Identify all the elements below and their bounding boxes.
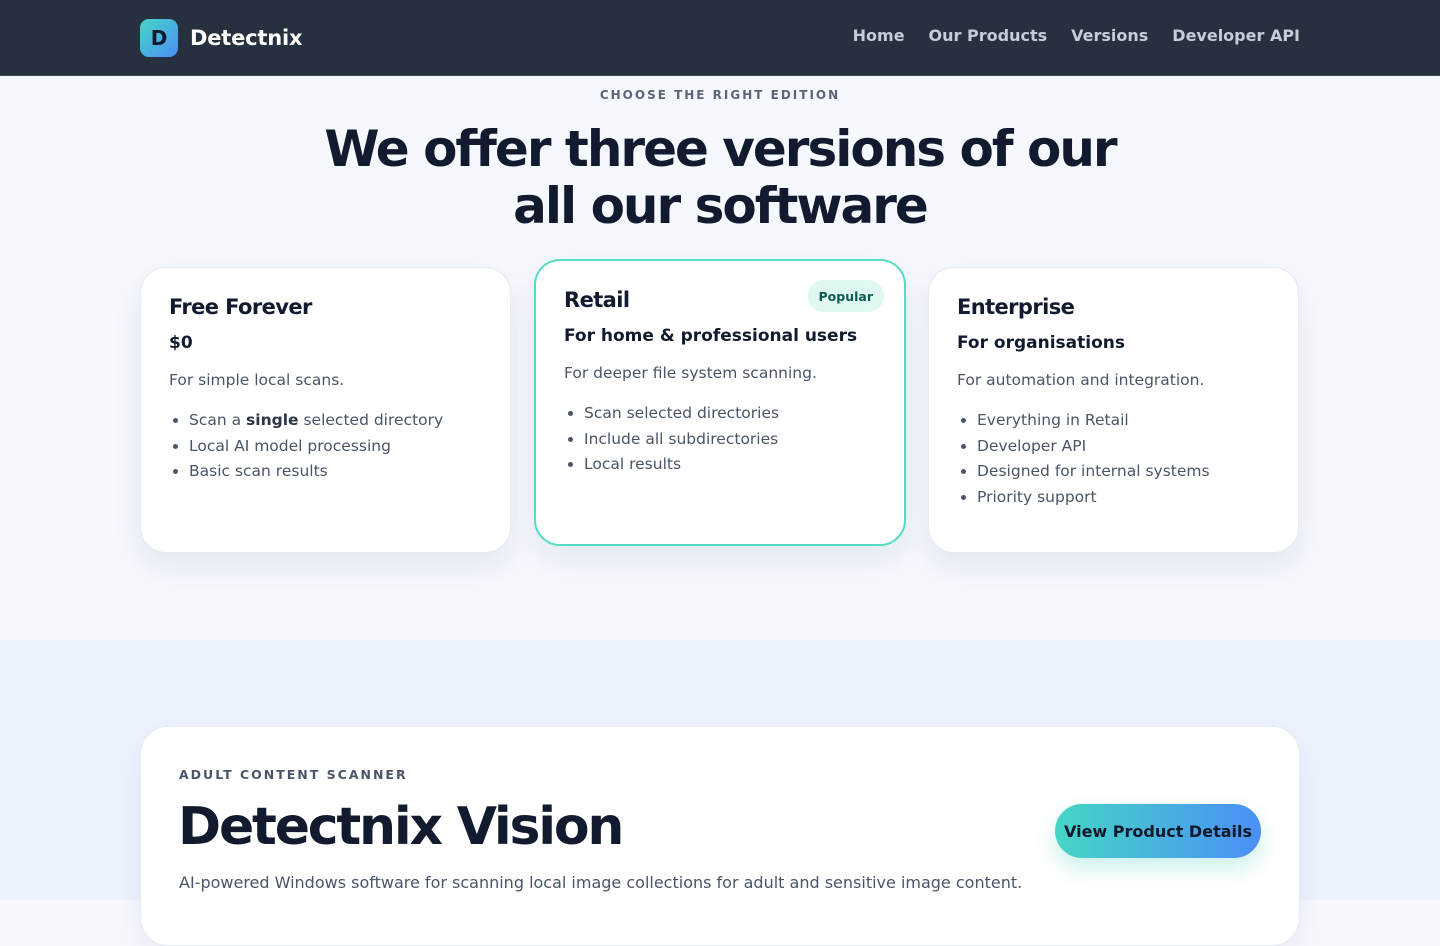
plan-card-free: Free Forever $0 For simple local scans. … xyxy=(140,267,511,553)
plan-feature: Developer API xyxy=(977,434,1270,460)
plan-feature: Basic scan results xyxy=(189,459,482,485)
product-section: ADULT CONTENT SCANNER Detectnix Vision A… xyxy=(0,640,1440,946)
plan-price: $0 xyxy=(169,333,193,353)
plan-feature: Designed for internal systems xyxy=(977,459,1270,485)
plan-feature: Local AI model processing xyxy=(189,434,482,460)
product-title: Detectnix Vision xyxy=(178,797,624,857)
plan-description: For simple local scans. xyxy=(169,371,345,389)
plan-feature-list: Everything in Retail Developer API Desig… xyxy=(957,408,1270,510)
brand[interactable]: D Detectnix xyxy=(140,19,303,57)
product-description: AI-powered Windows software for scanning… xyxy=(179,873,1023,892)
plan-feature: Everything in Retail xyxy=(977,408,1270,434)
plan-feature: Scan a single selected directory xyxy=(189,408,482,434)
top-navigation-bar: D Detectnix Home Our Products Versions D… xyxy=(0,0,1440,76)
pricing-section: CHOOSE THE RIGHT EDITION We offer three … xyxy=(0,77,1440,640)
headline-line-2: all our software xyxy=(513,177,929,235)
popular-badge: Popular xyxy=(807,280,884,312)
headline-line-1: We offer three versions of our xyxy=(324,120,1117,178)
nav-link-versions[interactable]: Versions xyxy=(1071,26,1148,45)
plan-card-enterprise: Enterprise For organisations For automat… xyxy=(928,267,1299,553)
plan-subtitle: For organisations xyxy=(957,333,1125,353)
plan-feature: Include all subdirectories xyxy=(584,427,876,453)
product-card: ADULT CONTENT SCANNER Detectnix Vision A… xyxy=(140,726,1300,946)
pricing-eyebrow: CHOOSE THE RIGHT EDITION xyxy=(599,88,841,102)
plan-title: Enterprise xyxy=(957,295,1075,319)
product-eyebrow: ADULT CONTENT SCANNER xyxy=(179,767,408,782)
brand-name: Detectnix xyxy=(190,26,303,50)
nav-link-home[interactable]: Home xyxy=(853,26,905,45)
view-product-details-button[interactable]: View Product Details xyxy=(1055,804,1261,858)
plan-subtitle: For home & professional users xyxy=(564,326,858,346)
nav-link-developer-api[interactable]: Developer API xyxy=(1172,26,1300,45)
plan-card-retail: Popular Retail For home & professional u… xyxy=(534,259,906,546)
plan-description: For deeper file system scanning. xyxy=(564,364,817,382)
plan-title: Free Forever xyxy=(169,295,312,319)
plan-feature: Local results xyxy=(584,452,876,478)
main-nav: Home Our Products Versions Developer API xyxy=(853,26,1300,45)
plan-description: For automation and integration. xyxy=(957,371,1205,389)
brand-logo-icon: D xyxy=(140,19,178,57)
pricing-headline: We offer three versions of our all our s… xyxy=(320,121,1120,235)
nav-link-our-products[interactable]: Our Products xyxy=(929,26,1048,45)
plan-feature-list: Scan a single selected directory Local A… xyxy=(169,408,482,485)
plan-feature: Priority support xyxy=(977,485,1270,511)
plan-feature: Scan selected directories xyxy=(584,401,876,427)
plan-feature-list: Scan selected directories Include all su… xyxy=(564,401,876,478)
